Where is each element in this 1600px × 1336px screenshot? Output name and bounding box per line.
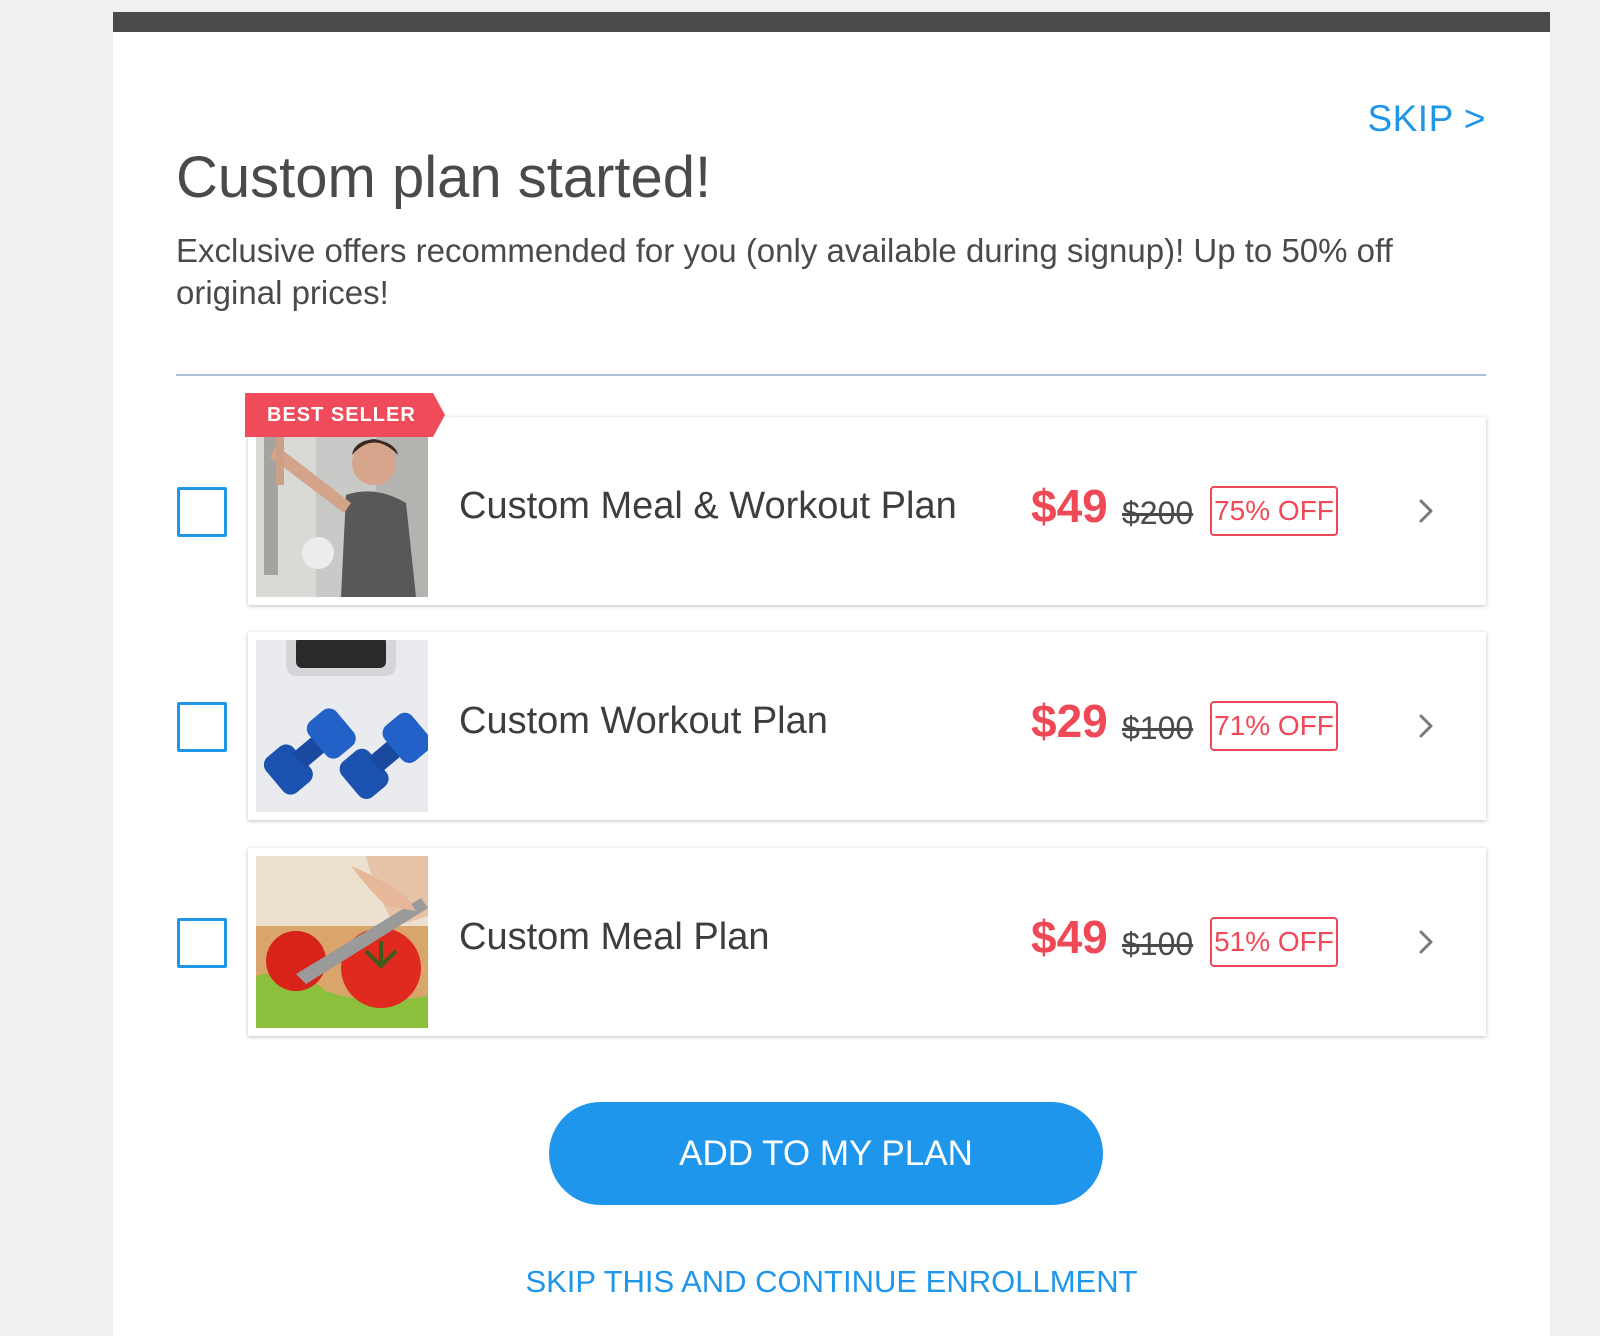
discount-badge: 51% OFF <box>1210 917 1338 967</box>
chevron-right-icon <box>1419 930 1433 954</box>
offer-price: $29 <box>1031 695 1108 747</box>
offer-checkbox-meal[interactable] <box>177 918 227 968</box>
offer-name: Custom Workout Plan <box>459 700 828 742</box>
offer-price: $49 <box>1031 911 1108 963</box>
offer-original-price: $200 <box>1122 495 1194 531</box>
offer-checkbox-workout[interactable] <box>177 702 227 752</box>
offer-row-meal-workout: Custom Meal & Workout Plan $49 $200 75% … <box>113 393 1550 605</box>
offer-name: Custom Meal & Workout Plan <box>459 485 957 527</box>
top-bar <box>113 12 1550 32</box>
discount-badge: 75% OFF <box>1210 486 1338 536</box>
woman-high-five-photo <box>256 425 428 597</box>
offer-row-workout: Custom Workout Plan $29 $100 71% OFF <box>113 620 1550 820</box>
page-subtitle: Exclusive offers recommended for you (on… <box>176 232 1393 311</box>
offer-checkbox-meal-workout[interactable] <box>177 487 227 537</box>
skip-link[interactable]: SKIP > <box>1367 98 1486 140</box>
offer-panel: SKIP > Custom plan started! Exclusive of… <box>113 12 1550 1336</box>
offer-name: Custom Meal Plan <box>459 916 770 958</box>
ribbon-tip <box>433 393 445 437</box>
offer-card-meal[interactable]: Custom Meal Plan $49 $100 51% OFF <box>248 848 1486 1036</box>
tomato-cutting-photo <box>256 856 428 1028</box>
skip-enrollment-link[interactable]: SKIP THIS AND CONTINUE ENROLLMENT <box>113 1264 1550 1300</box>
offer-card-workout[interactable]: Custom Workout Plan $29 $100 71% OFF <box>248 632 1486 820</box>
page-title: Custom plan started! <box>176 145 712 210</box>
chevron-right-icon <box>1419 714 1433 738</box>
offer-original-price: $100 <box>1122 926 1194 962</box>
chevron-right-icon <box>1419 499 1433 523</box>
divider <box>176 374 1486 376</box>
discount-badge: 71% OFF <box>1210 701 1338 751</box>
ribbon-label: BEST SELLER <box>245 393 433 437</box>
offer-card-meal-workout[interactable]: Custom Meal & Workout Plan $49 $200 75% … <box>248 417 1486 605</box>
offer-price: $49 <box>1031 480 1108 532</box>
offer-row-meal: Custom Meal Plan $49 $100 51% OFF <box>113 836 1550 1036</box>
dumbbells-photo <box>256 640 428 812</box>
add-to-plan-button[interactable]: ADD TO MY PLAN <box>549 1102 1103 1205</box>
offer-original-price: $100 <box>1122 710 1194 746</box>
